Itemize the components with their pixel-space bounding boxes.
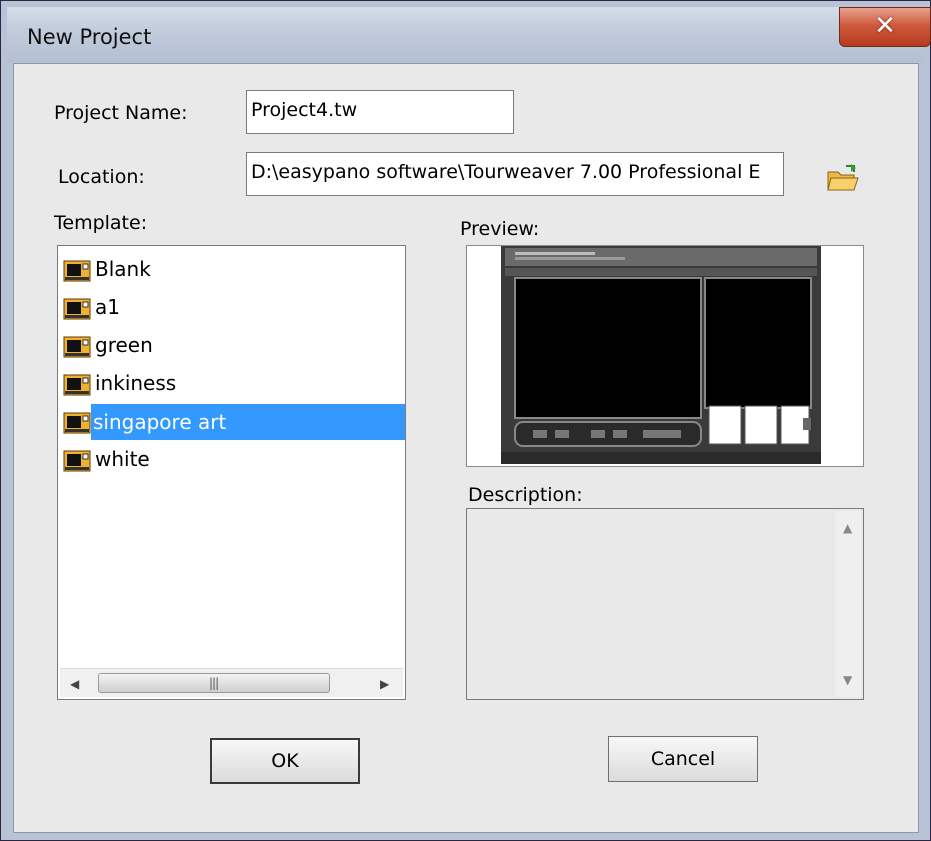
cancel-button[interactable]: Cancel (608, 736, 758, 782)
title-bar[interactable]: New Project ✕ (7, 7, 931, 63)
list-item[interactable]: white (60, 442, 405, 478)
template-label: Template: (54, 212, 148, 234)
new-project-dialog: New Project ✕ Project Name: Project4.tw … (0, 0, 931, 841)
template-preview-image (467, 246, 863, 466)
dialog-body: Project Name: Project4.tw Location: D:\e… (13, 63, 919, 833)
list-item-selected[interactable]: singapore art (60, 404, 405, 440)
description-textarea[interactable]: ▲ ▼ (466, 508, 864, 700)
location-input[interactable]: D:\easypano software\Tourweaver 7.00 Pro… (246, 152, 784, 196)
vertical-scrollbar[interactable]: ▲ ▼ (835, 511, 861, 697)
list-item-label: inkiness (95, 371, 177, 395)
project-name-input[interactable]: Project4.tw (246, 90, 514, 134)
scroll-down-arrow-icon[interactable]: ▼ (843, 673, 852, 687)
list-item-label: white (95, 447, 150, 471)
horizontal-scrollbar[interactable]: ◀ ||| ▶ (60, 668, 403, 697)
preview-pane (466, 245, 864, 467)
list-item[interactable]: green (60, 328, 405, 364)
scroll-right-arrow-icon[interactable]: ▶ (380, 677, 389, 691)
template-film-icon (63, 336, 91, 363)
list-item-label: singapore art (91, 404, 405, 440)
close-icon: ✕ (874, 11, 896, 41)
location-label: Location: (58, 166, 145, 188)
list-item-label: green (95, 333, 153, 357)
template-film-icon (63, 260, 91, 287)
list-item-label: a1 (95, 295, 120, 319)
list-item[interactable]: inkiness (60, 366, 405, 402)
browse-folder-icon[interactable] (826, 164, 860, 196)
template-film-icon (63, 450, 91, 477)
scroll-left-arrow-icon[interactable]: ◀ (70, 677, 79, 691)
template-film-icon (63, 412, 91, 439)
preview-label: Preview: (460, 218, 540, 240)
scroll-up-arrow-icon[interactable]: ▲ (843, 521, 852, 535)
ok-button[interactable]: OK (210, 738, 360, 784)
list-item-label: Blank (95, 257, 151, 281)
template-film-icon (63, 298, 91, 325)
template-film-icon (63, 374, 91, 401)
scrollbar-thumb[interactable]: ||| (98, 673, 330, 693)
project-name-label: Project Name: (54, 102, 188, 124)
template-list[interactable]: Blank a1 green inkiness singapore art wh… (57, 245, 406, 700)
grip-icon: ||| (209, 676, 219, 690)
list-item[interactable]: Blank (60, 252, 405, 288)
list-item[interactable]: a1 (60, 290, 405, 326)
window-title: New Project (27, 25, 152, 49)
description-label: Description: (468, 484, 583, 506)
close-button[interactable]: ✕ (839, 7, 931, 47)
